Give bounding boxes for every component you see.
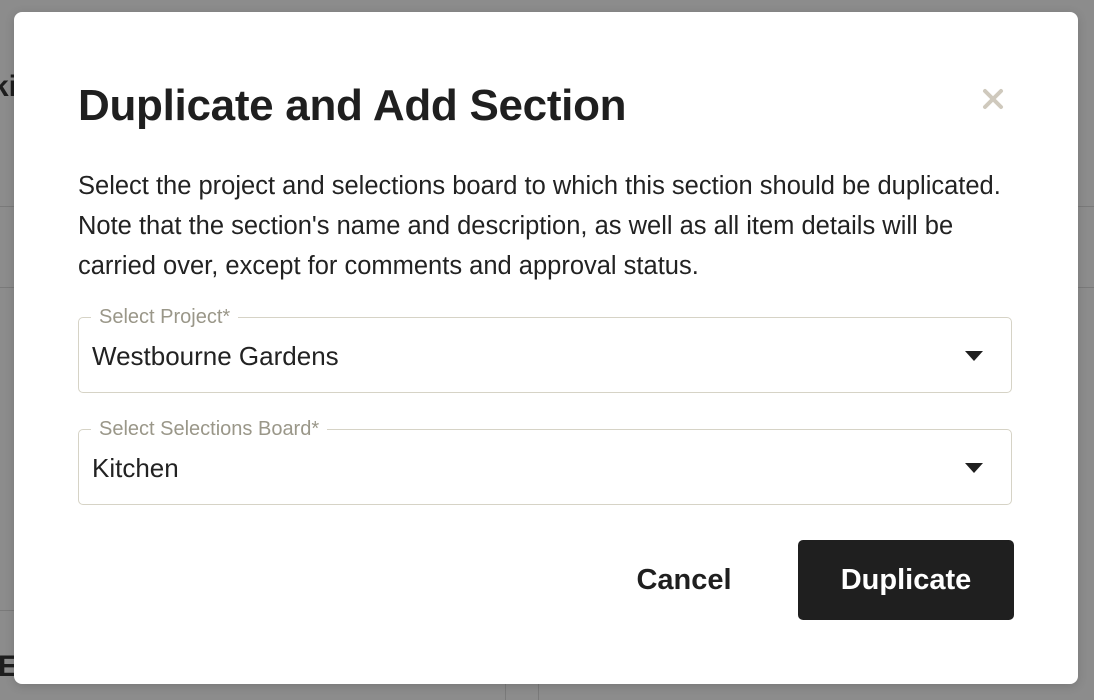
select-board-label: Select Selections Board* bbox=[91, 416, 328, 442]
close-button[interactable] bbox=[976, 82, 1010, 116]
background-divider bbox=[538, 684, 539, 700]
select-project-dropdown[interactable]: Select Project* Westbourne Gardens bbox=[78, 304, 1012, 393]
close-icon bbox=[983, 89, 1003, 109]
select-board-dropdown[interactable]: Select Selections Board* Kitchen bbox=[78, 416, 1012, 505]
background-divider bbox=[1078, 287, 1094, 288]
background-divider bbox=[0, 206, 14, 207]
background-divider bbox=[0, 287, 14, 288]
select-project-value: Westbourne Gardens bbox=[92, 341, 339, 371]
chevron-down-icon bbox=[965, 351, 983, 361]
background-divider bbox=[505, 684, 506, 700]
duplicate-section-dialog: Duplicate and Add Section Select the pro… bbox=[14, 12, 1078, 684]
select-project-label: Select Project* bbox=[91, 304, 239, 330]
background-divider bbox=[0, 610, 14, 611]
duplicate-button[interactable]: Duplicate bbox=[798, 540, 1014, 620]
dialog-description: Select the project and selections board … bbox=[78, 172, 1001, 280]
select-board-value: Kitchen bbox=[92, 453, 179, 483]
chevron-down-icon bbox=[965, 463, 983, 473]
background-divider bbox=[1078, 206, 1094, 207]
cancel-button[interactable]: Cancel bbox=[614, 540, 754, 620]
dialog-title: Duplicate and Add Section bbox=[78, 81, 627, 130]
